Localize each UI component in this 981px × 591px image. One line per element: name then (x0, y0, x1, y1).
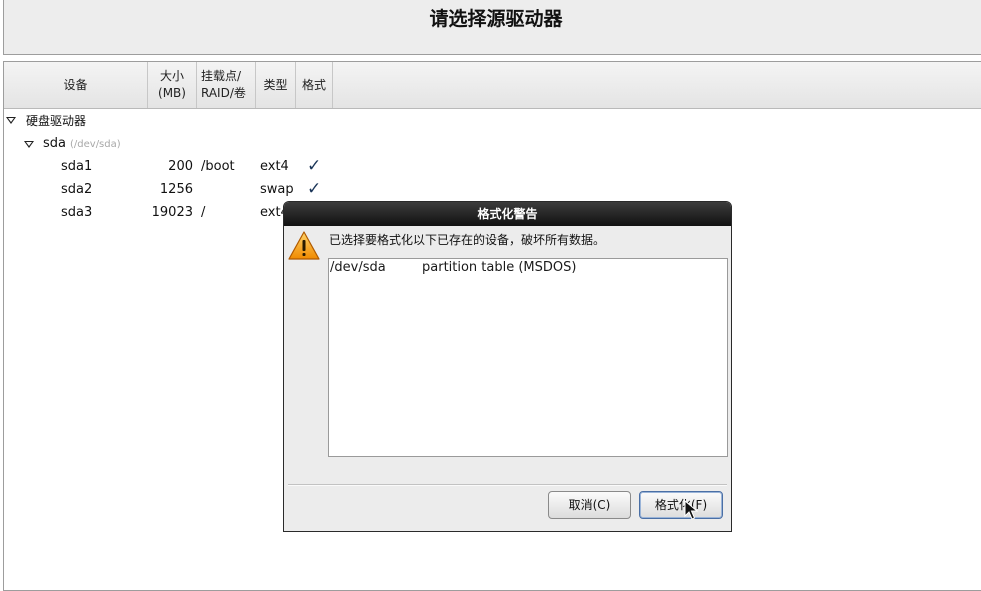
format-button[interactable]: 格式化(F) (639, 491, 723, 519)
tree-row-disk[interactable]: sda (/dev/sda) (4, 134, 404, 156)
cancel-button[interactable]: 取消(C) (548, 491, 631, 519)
dialog-title[interactable]: 格式化警告 (284, 202, 731, 226)
warning-icon (288, 231, 320, 260)
tree-row-hard-drives[interactable]: 硬盘驱动器 (4, 110, 404, 132)
page-title: 请选择源驱动器 (429, 8, 563, 30)
dialog-separator (288, 484, 727, 486)
column-header-mount[interactable]: 挂载点/ RAID/卷 (197, 62, 256, 108)
group-label: 硬盘驱动器 (26, 114, 87, 128)
device-cell: sda1 (61, 159, 93, 174)
format-device-list[interactable]: /dev/sda partition table (MSDOS) (328, 258, 728, 457)
mount-cell: / (201, 205, 206, 220)
column-header-type[interactable]: 类型 (256, 62, 296, 108)
device-cell: sda3 (61, 205, 93, 220)
mouse-cursor-icon (684, 500, 698, 520)
list-item[interactable]: /dev/sda partition table (MSDOS) (329, 259, 727, 277)
list-device: /dev/sda (330, 260, 386, 275)
size-cell: 1256 (159, 182, 193, 197)
format-warning-dialog: 格式化警告 已选择要格式化以下已存在的设备，破坏所有数据。 /dev/sda p… (283, 201, 732, 532)
size-cell: 200 (168, 159, 193, 174)
dialog-message: 已选择要格式化以下已存在的设备，破坏所有数据。 (329, 233, 606, 247)
format-check-icon: ✓ (307, 156, 322, 176)
disk-name: sda (43, 136, 66, 151)
table-row[interactable]: sda1 200 /boot ext4 ✓ (4, 156, 404, 179)
size-cell: 19023 (151, 205, 193, 220)
list-description: partition table (MSDOS) (422, 260, 577, 275)
header-panel: 请选择源驱动器 (3, 0, 981, 55)
device-cell: sda2 (61, 182, 93, 197)
column-header-device[interactable]: 设备 (4, 62, 148, 108)
column-header-row: 设备 大小 (MB) 挂载点/ RAID/卷 类型 格式 (4, 62, 981, 109)
mount-cell: /boot (201, 159, 235, 174)
expand-triangle-icon[interactable] (6, 117, 16, 124)
table-row[interactable]: sda2 1256 swap ✓ (4, 179, 404, 202)
disk-path: (/dev/sda) (70, 139, 121, 150)
expand-triangle-icon[interactable] (24, 141, 34, 148)
format-check-icon: ✓ (307, 179, 322, 199)
type-cell: swap (260, 182, 294, 197)
column-header-size[interactable]: 大小 (MB) (148, 62, 197, 108)
type-cell: ext4 (260, 159, 289, 174)
column-header-format[interactable]: 格式 (296, 62, 333, 108)
